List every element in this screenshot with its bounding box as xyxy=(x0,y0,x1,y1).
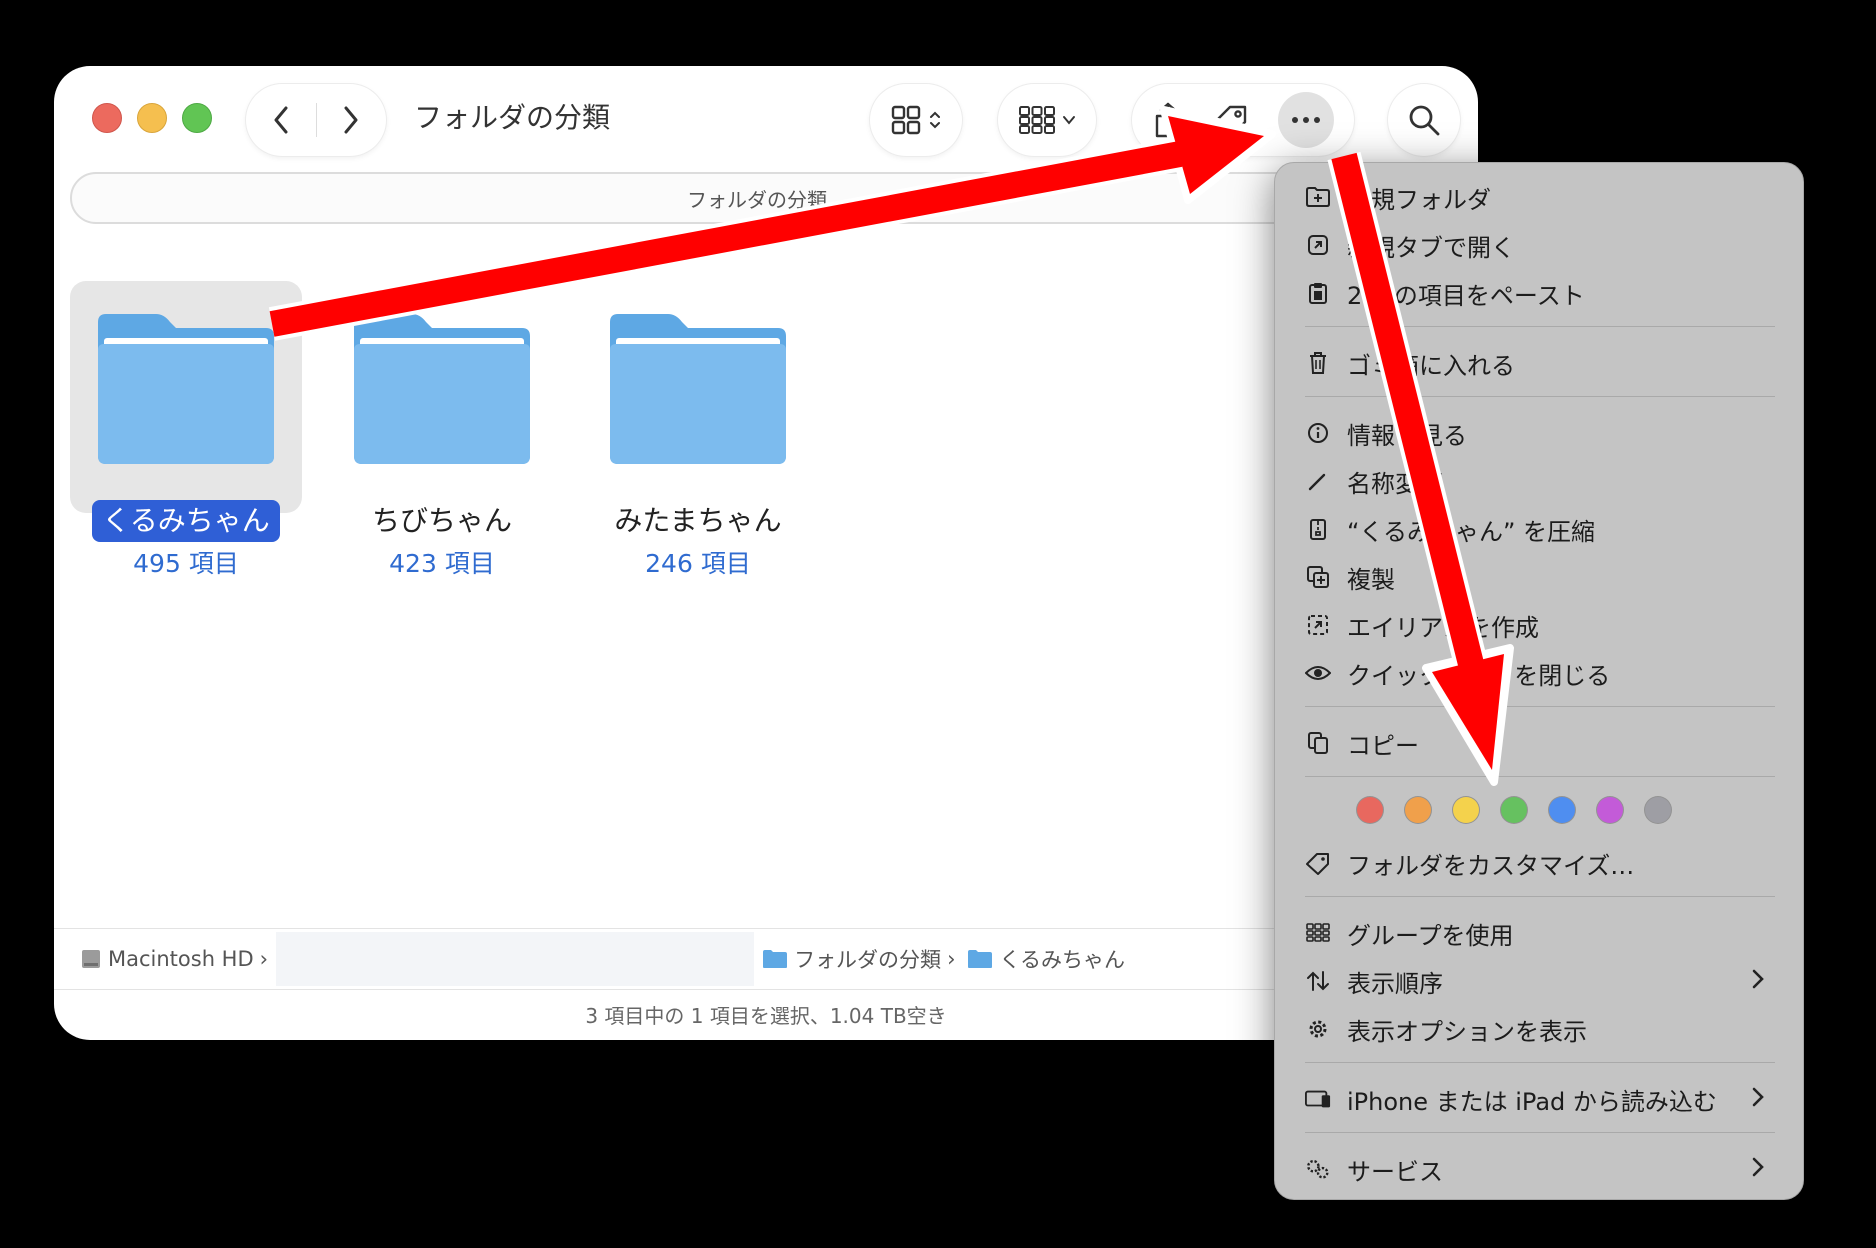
annotation-arrows xyxy=(268,106,1514,786)
annotation-arrow-to-tag-colors xyxy=(1327,151,1514,786)
annotation-arrow-to-more-button xyxy=(268,106,1276,341)
